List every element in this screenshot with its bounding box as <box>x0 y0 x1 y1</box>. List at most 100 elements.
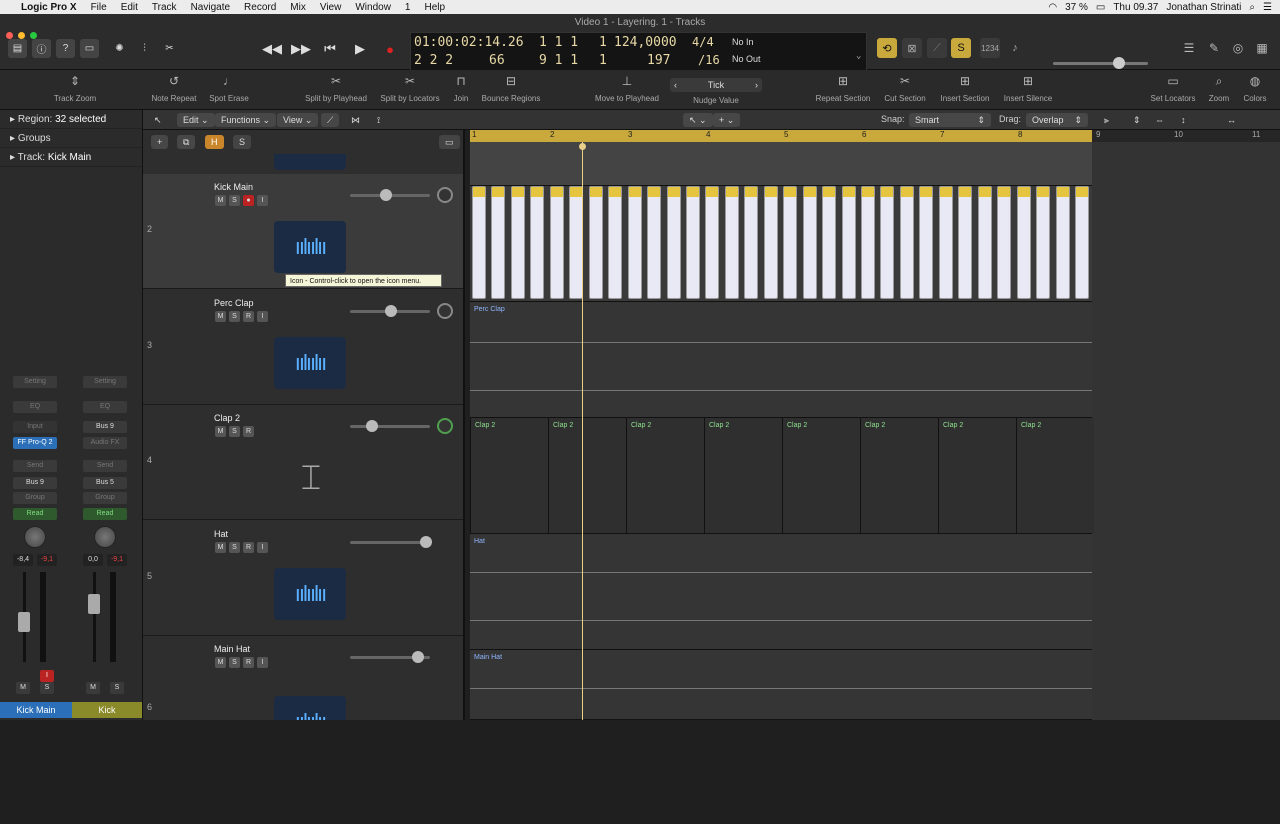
drag-select[interactable]: Overlap ⇕ <box>1026 113 1088 127</box>
group-slot[interactable]: Group <box>83 492 127 504</box>
kick-region[interactable] <box>705 186 720 299</box>
minimize-window-button[interactable] <box>18 32 25 39</box>
kick-region[interactable] <box>977 186 992 299</box>
vertical-zoom-icon[interactable]: ↕ <box>1175 113 1192 127</box>
record-button[interactable]: ● <box>380 38 400 60</box>
solo-button[interactable]: S <box>951 38 971 58</box>
track-main-hat[interactable]: 6 Main Hat M S R I ıılıılıı <box>143 636 463 720</box>
insert-silence-tool[interactable]: ⊞ Insert Silence <box>1000 74 1056 103</box>
battery-text[interactable]: 37 % <box>1065 2 1088 13</box>
track-name[interactable]: Clap 2 <box>214 413 240 423</box>
count-in-button[interactable]: 1234 <box>980 38 1000 58</box>
menu-1[interactable]: 1 <box>398 2 418 13</box>
mute-button[interactable]: M <box>16 682 30 694</box>
partial-track-icon[interactable] <box>274 154 346 170</box>
kick-region[interactable] <box>510 186 525 299</box>
mute-button[interactable]: M <box>215 542 226 553</box>
output-bus[interactable]: Bus 5 <box>83 477 127 489</box>
input-monitor-button[interactable]: I <box>257 542 268 553</box>
menu-navigate[interactable]: Navigate <box>184 2 237 13</box>
kick-region[interactable] <box>588 186 603 299</box>
empty-arrange-area[interactable] <box>1092 142 1280 720</box>
region-inspector-row[interactable]: ▸ Region: 32 selected <box>0 110 142 129</box>
cycle-button[interactable]: ⟲ <box>877 38 897 58</box>
volume-knob[interactable] <box>385 305 397 317</box>
back-arrow-icon[interactable]: ↖ <box>148 113 168 127</box>
clap-2-region[interactable]: Clap 2 <box>938 418 1016 533</box>
volume-fader[interactable] <box>88 594 100 614</box>
playhead-handle[interactable] <box>579 143 586 150</box>
kick-region[interactable] <box>608 186 623 299</box>
functions-menu[interactable]: Functions ⌄ <box>215 113 277 127</box>
master-volume-knob[interactable] <box>1113 57 1125 69</box>
volume-knob[interactable] <box>366 420 378 432</box>
mute-button[interactable]: M <box>215 311 226 322</box>
cycle-area[interactable] <box>470 130 1092 142</box>
mixer-button[interactable]: ⫶ <box>135 39 154 58</box>
pan-knob[interactable] <box>437 303 453 319</box>
lane-top[interactable] <box>470 142 1092 186</box>
repeat-section-tool[interactable]: ⊞ Repeat Section <box>812 74 874 103</box>
solo-button[interactable]: S <box>229 195 240 206</box>
mute-button[interactable]: M <box>215 195 226 206</box>
volume-knob[interactable] <box>420 536 432 548</box>
wifi-icon[interactable]: ◠ <box>1048 2 1057 13</box>
lane-kick-main[interactable] <box>470 186 1092 302</box>
waveform-icon[interactable]: ıılıılıı <box>274 696 346 720</box>
automation-icon[interactable]: ⟋ <box>321 113 340 127</box>
split-by-playhead-tool[interactable]: ✂ Split by Playhead <box>302 74 370 103</box>
kick-region[interactable] <box>530 186 545 299</box>
pan-knob[interactable] <box>437 187 453 203</box>
track-perc-clap[interactable]: 3 Perc Clap M S R I ıılıılıı <box>143 290 463 405</box>
record-enable-button[interactable]: R <box>243 311 254 322</box>
clap-2-region[interactable]: Clap 2 <box>548 418 626 533</box>
master-volume-slider[interactable] <box>1053 57 1148 69</box>
menu-view[interactable]: View <box>313 2 349 13</box>
clap-2-region[interactable]: Clap 2 <box>470 418 548 533</box>
chevron-down-icon[interactable]: ⌄ <box>856 51 861 61</box>
eq-button[interactable]: EQ <box>83 401 127 413</box>
menu-record[interactable]: Record <box>237 2 283 13</box>
record-enable-button[interactable]: R <box>243 542 254 553</box>
set-locators-tool[interactable]: ▭ Set Locators <box>1146 74 1200 103</box>
track-kick-main[interactable]: 2 Kick Main M S ● I ıılıılıı <box>143 174 463 289</box>
send-slot[interactable]: Send <box>13 460 57 472</box>
automation-mode[interactable]: Read <box>83 508 127 520</box>
kick-region[interactable] <box>763 186 778 299</box>
clap-2-region[interactable]: Clap 2 <box>860 418 938 533</box>
add-track-button[interactable]: + <box>151 135 169 149</box>
group-slot[interactable]: Group <box>13 492 57 504</box>
forward-button[interactable]: ▶▶ <box>291 38 311 60</box>
track-name[interactable]: Kick Main <box>214 182 253 192</box>
tuner-button[interactable]: ⟋ <box>927 38 947 58</box>
strip-name-kick[interactable]: Kick <box>72 702 142 718</box>
kick-region[interactable] <box>1016 186 1031 299</box>
input-monitor-button[interactable]: I <box>257 657 268 668</box>
kick-region[interactable] <box>783 186 798 299</box>
flex-icon[interactable]: ⋈ <box>345 113 366 127</box>
kick-region[interactable] <box>472 186 486 299</box>
search-icon[interactable]: ⌕ <box>1249 2 1255 13</box>
track-name[interactable]: Perc Clap <box>214 298 254 308</box>
kick-region[interactable] <box>647 186 662 299</box>
setting-button[interactable]: Setting <box>13 376 57 388</box>
clap-2-region[interactable]: Clap 2 <box>626 418 704 533</box>
eq-button[interactable]: EQ <box>13 401 57 413</box>
ruler[interactable]: 1 2 3 4 5 6 7 8 9 10 11 <box>470 130 1280 142</box>
fit-horizontal-icon[interactable]: ⇔ <box>1149 113 1170 127</box>
kick-region[interactable] <box>802 186 817 299</box>
clap-2-region[interactable]: Clap 2 <box>704 418 782 533</box>
menu-edit[interactable]: Edit <box>114 2 145 13</box>
metronome-icon[interactable]: ♪ <box>1005 38 1025 58</box>
pan-knob[interactable] <box>94 526 116 548</box>
clock[interactable]: Thu 09.37 <box>1113 2 1158 13</box>
nudge-left-icon[interactable]: ‹ <box>674 80 677 90</box>
region-perc-clap[interactable]: Perc Clap <box>474 306 505 313</box>
zoom-window-button[interactable] <box>30 32 37 39</box>
input-monitor-button[interactable]: I <box>257 195 268 206</box>
nudge-right-icon[interactable]: › <box>755 80 758 90</box>
volume-knob[interactable] <box>412 651 424 663</box>
kick-region[interactable] <box>491 186 506 299</box>
kick-region[interactable] <box>899 186 914 299</box>
pointer-tool-menu[interactable]: ↖ ⌄ <box>683 113 713 127</box>
